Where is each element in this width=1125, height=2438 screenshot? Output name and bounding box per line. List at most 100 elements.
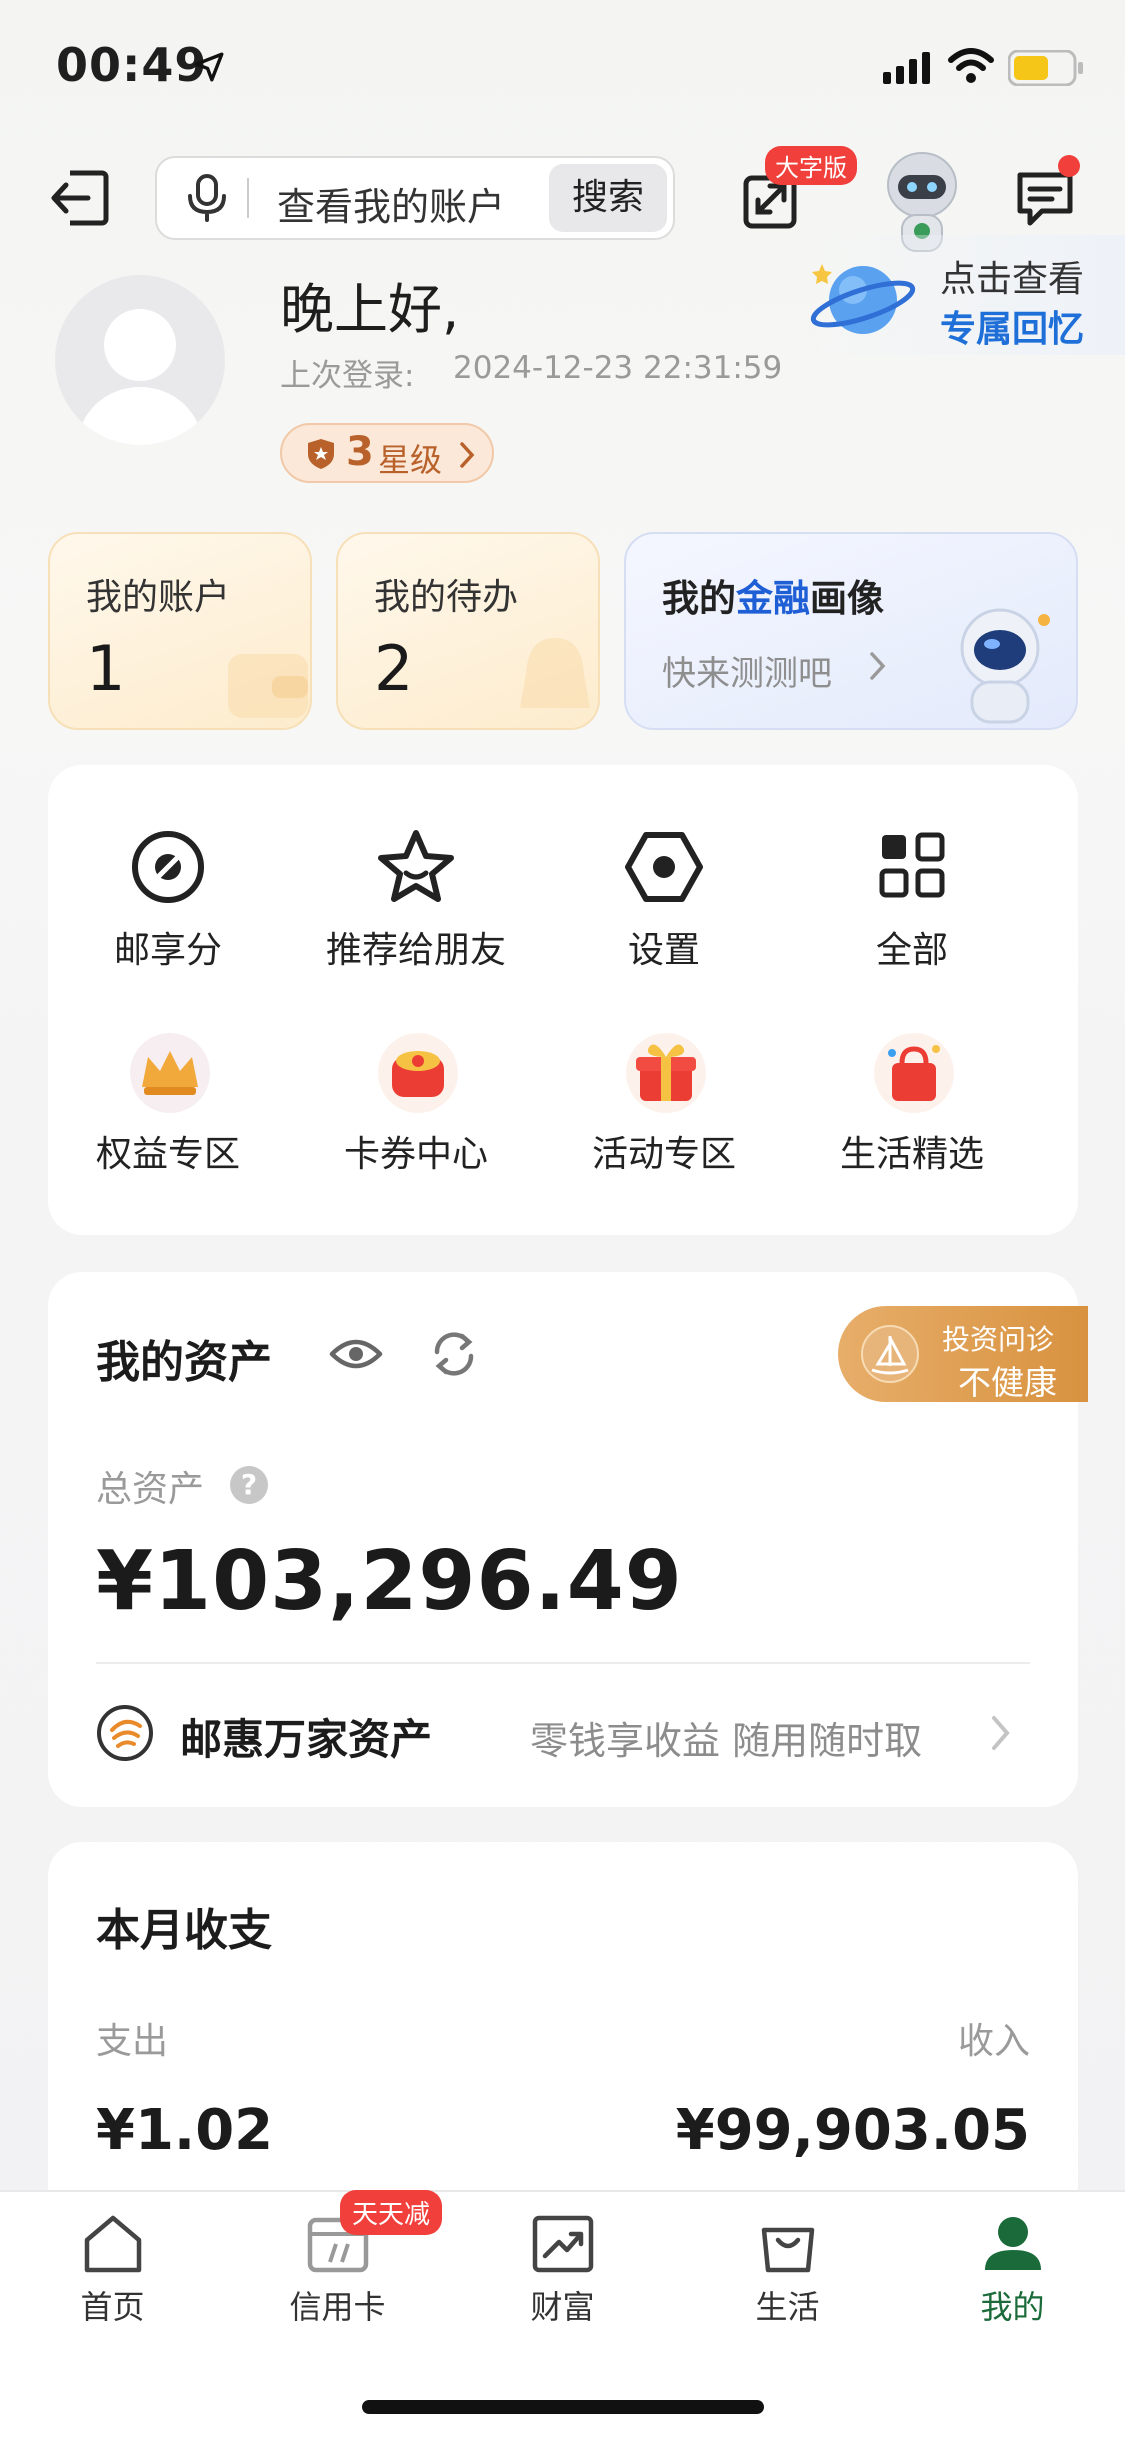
divider	[96, 1662, 1030, 1664]
chevron-right-icon	[868, 650, 888, 682]
last-login-time: 2024-12-23 22:31:59	[453, 350, 783, 386]
status-time: 00:49	[56, 38, 208, 92]
shopping-bag-icon	[872, 1031, 954, 1113]
tab-wealth[interactable]: 财富	[450, 2212, 675, 2328]
total-assets-value: ¥103,296.49	[96, 1534, 683, 1629]
grid-item-points[interactable]: 邮享分	[48, 827, 288, 973]
portrait-subtitle: 快来测测吧	[662, 654, 832, 694]
product-name[interactable]: 邮惠万家资产	[180, 1706, 432, 1767]
credit-card-badge: 天天减	[340, 2190, 443, 2235]
tab-home[interactable]: 首页	[0, 2212, 225, 2328]
avatar[interactable]	[55, 275, 225, 445]
battery-icon	[1008, 50, 1084, 86]
star-icon	[376, 827, 456, 907]
product-desc[interactable]: 零钱享收益 随用随时取	[530, 1710, 922, 1765]
expense-label: 支出	[96, 2021, 169, 2062]
grid-label: 邮享分	[113, 930, 222, 971]
income-label: 收入	[957, 2021, 1030, 2062]
star-level-badge[interactable]: 3 星级	[280, 423, 494, 483]
chevron-right-icon[interactable]	[990, 1714, 1012, 1752]
location-arrow-icon	[192, 50, 226, 84]
grid-item-benefits[interactable]: 权益专区	[48, 1031, 288, 1177]
portrait-title-highlight: 金融	[736, 577, 810, 620]
help-icon[interactable]: ?	[230, 1466, 268, 1504]
large-font-badge: 大字版	[765, 146, 857, 185]
tab-label: 生活	[755, 2288, 820, 2326]
astronaut-icon	[934, 590, 1074, 730]
grid-label: 生活精选	[839, 1134, 984, 1175]
total-assets-label: 总资产	[96, 1469, 205, 1510]
grid-apps-icon	[872, 827, 952, 907]
tab-label: 我的	[980, 2288, 1045, 2326]
grid-label: 活动专区	[591, 1134, 736, 1175]
investment-diagnosis-tag[interactable]: 投资问诊 不健康	[838, 1306, 1088, 1402]
last-login-label: 上次登录:	[280, 358, 415, 394]
grid-item-settings[interactable]: 设置	[544, 827, 784, 973]
planet-icon	[808, 252, 918, 348]
user-icon	[981, 2212, 1045, 2276]
grid-item-coupons[interactable]: 卡券中心	[296, 1031, 536, 1177]
eye-icon[interactable]	[328, 1326, 384, 1382]
gift-icon	[624, 1031, 706, 1113]
tab-mine[interactable]: 我的	[900, 2212, 1125, 2328]
grid-item-all[interactable]: 全部	[792, 827, 1032, 973]
search-button[interactable]: 搜索	[549, 164, 667, 232]
home-icon	[81, 2212, 145, 2276]
coupon-pouch-icon	[376, 1031, 458, 1113]
tab-label: 首页	[80, 2288, 145, 2326]
assets-title: 我的资产	[96, 1337, 272, 1388]
wallet-icon	[222, 634, 312, 724]
bell-icon	[510, 630, 600, 726]
monthly-panel: 本月收支 支出 收入 ¥1.02 ¥99,903.05	[48, 1842, 1078, 2242]
services-panel: 邮享分 推荐给朋友 设置 全部 权益专区 卡券中心 活动专区 生活精选	[48, 765, 1078, 1235]
cellular-signal-icon	[883, 52, 933, 84]
greeting: 晚上好,	[280, 278, 460, 341]
crown-icon	[128, 1031, 210, 1113]
diagnosis-status: 不健康	[958, 1363, 1057, 1402]
memory-line1[interactable]: 点击查看	[940, 250, 1084, 302]
shopping-bag-icon	[756, 2212, 820, 2276]
shield-star-icon	[306, 438, 336, 470]
grid-item-recommend[interactable]: 推荐给朋友	[296, 827, 536, 973]
grid-label: 设置	[627, 930, 700, 971]
grid-label: 权益专区	[95, 1134, 240, 1175]
memory-line2[interactable]: 专属回忆	[940, 300, 1084, 352]
search-bar[interactable]: 查看我的账户 搜索	[155, 156, 675, 240]
notification-dot	[1058, 155, 1080, 177]
tab-label: 财富	[530, 2288, 595, 2326]
chevron-right-icon	[458, 441, 476, 469]
monthly-title: 本月收支	[96, 1905, 272, 1956]
star-level-label: 星级	[378, 441, 443, 479]
my-accounts-card[interactable]: 我的账户 1	[48, 532, 312, 730]
refresh-icon[interactable]	[428, 1328, 480, 1380]
portrait-title-post: 画像	[810, 577, 884, 620]
portrait-title-pre: 我的	[662, 577, 736, 620]
grid-item-life[interactable]: 生活精选	[792, 1031, 1032, 1177]
microphone-icon[interactable]	[185, 174, 229, 222]
my-accounts-count: 1	[86, 632, 126, 705]
financial-portrait-card[interactable]: 我的金融画像 快来测测吧	[624, 532, 1078, 730]
my-accounts-title: 我的账户	[86, 577, 231, 618]
tab-label: 信用卡	[289, 2288, 386, 2326]
search-input[interactable]: 查看我的账户	[277, 176, 505, 231]
chart-trend-icon	[531, 2212, 595, 2276]
grid-item-activities[interactable]: 活动专区	[544, 1031, 784, 1177]
my-todo-count: 2	[374, 632, 414, 705]
my-todo-card[interactable]: 我的待办 2	[336, 532, 600, 730]
home-indicator	[362, 2400, 764, 2414]
assets-panel: 我的资产 投资问诊 不健康 总资产 ? ¥103,296.49 邮惠万家资产 零…	[48, 1272, 1088, 1807]
diagnosis-label: 投资问诊	[942, 1323, 1055, 1356]
tab-bar: 首页 信用卡 天天减 财富 生活 我的	[0, 2190, 1125, 2438]
gear-icon	[624, 827, 704, 907]
income-value: ¥99,903.05	[675, 2098, 1030, 2163]
youhui-logo-icon	[96, 1704, 154, 1762]
wifi-icon	[948, 48, 994, 84]
exit-button[interactable]	[48, 165, 114, 231]
grid-label: 卡券中心	[343, 1134, 488, 1175]
expense-value: ¥1.02	[96, 2098, 274, 2163]
points-disc-icon	[128, 827, 208, 907]
sailboat-icon	[860, 1324, 920, 1384]
my-todo-title: 我的待办	[374, 577, 519, 618]
star-level-number: 3	[346, 429, 374, 475]
tab-life[interactable]: 生活	[675, 2212, 900, 2328]
